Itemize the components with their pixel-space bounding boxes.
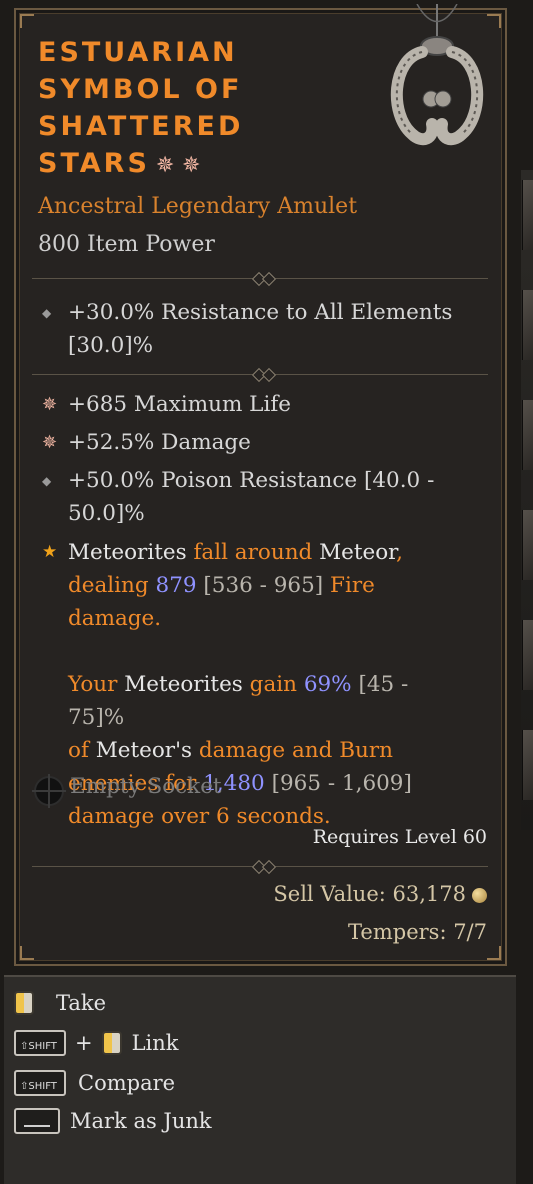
divider bbox=[32, 271, 488, 287]
divider bbox=[32, 859, 488, 875]
left-mouse-icon bbox=[14, 991, 34, 1015]
item-type: Ancestral Legendary Amulet bbox=[38, 194, 358, 219]
mark-as-junk-action[interactable]: Mark as Junk bbox=[14, 1105, 212, 1137]
sell-value: Sell Value: 63,178 bbox=[273, 882, 487, 906]
item-tooltip: Estuarian Symbol of Shattered Stars ✵ ✵ A… bbox=[14, 4, 507, 966]
item-name: Estuarian Symbol of Shattered Stars ✵ ✵ bbox=[38, 37, 244, 179]
compare-action[interactable]: ⇧ SHIFT Compare bbox=[14, 1067, 175, 1099]
greater-affix-icon: ✵ bbox=[42, 394, 58, 415]
affix-diamond-icon: ◆ bbox=[42, 474, 52, 488]
take-action[interactable]: Take bbox=[14, 987, 106, 1019]
affix-diamond-icon: ◆ bbox=[42, 306, 52, 320]
action-prompts: Take ⇧ SHIFT + Link ⇧ SHIFT Compare Mark a… bbox=[4, 975, 516, 1184]
empty-socket-icon bbox=[32, 774, 66, 808]
left-mouse-icon bbox=[101, 1031, 122, 1055]
affix-maximum-life: +685 Maximum Life bbox=[68, 392, 292, 417]
affix-poison-resistance: +50.0% Poison Resistance [40.0 - 50.0]% bbox=[68, 468, 435, 526]
required-level: Requires Level 60 bbox=[312, 826, 487, 848]
divider bbox=[32, 367, 488, 383]
implicit-affix: +30.0% Resistance to All Elements [30.0]% bbox=[68, 300, 453, 358]
greater-affix-count-icons: ✵ ✵ bbox=[155, 153, 201, 178]
gold-coin-icon bbox=[472, 888, 487, 903]
affix-damage: +52.5% Damage bbox=[68, 430, 251, 455]
amulet-icon bbox=[390, 4, 484, 146]
shift-key-icon: ⇧ SHIFT bbox=[14, 1030, 66, 1056]
background-inventory-strip bbox=[521, 170, 533, 830]
legendary-aspect-icon: ★ bbox=[42, 542, 58, 562]
socket-label: Empty Socket bbox=[70, 774, 222, 799]
greater-affix-icon: ✵ bbox=[42, 432, 58, 453]
spacebar-key-icon bbox=[14, 1108, 60, 1134]
shift-key-icon: ⇧ SHIFT bbox=[14, 1070, 66, 1096]
tempers-count: Tempers: 7/7 bbox=[348, 920, 487, 944]
item-power: 800 Item Power bbox=[38, 232, 215, 257]
link-action[interactable]: ⇧ SHIFT + Link bbox=[14, 1027, 179, 1059]
